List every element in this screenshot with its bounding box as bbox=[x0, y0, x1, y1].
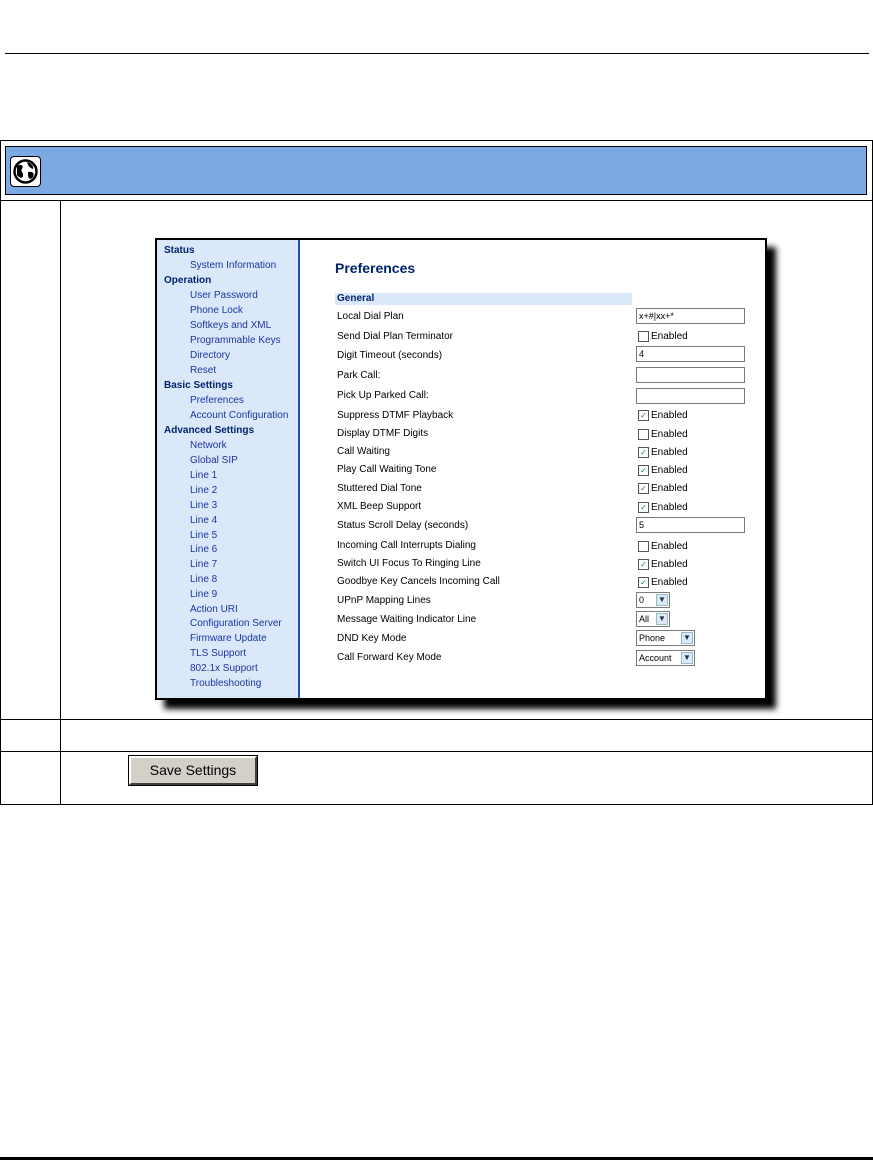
display-dtmf-digits-label: Display DTMF Digits bbox=[337, 428, 429, 439]
call-waiting-label: Call Waiting bbox=[337, 446, 390, 457]
column-divider bbox=[60, 201, 61, 805]
top-rule bbox=[5, 53, 869, 54]
globe-icon bbox=[10, 156, 41, 187]
sidebar-item-line-5[interactable]: Line 5 bbox=[190, 530, 217, 541]
digit-timeout-label: Digit Timeout (seconds) bbox=[337, 350, 443, 361]
park-call-label: Park Call: bbox=[337, 370, 381, 381]
mwi-line-label: Message Waiting Indicator Line bbox=[337, 614, 477, 625]
sidebar-item-line-2[interactable]: Line 2 bbox=[190, 485, 217, 496]
upnp-mapping-lines-label: UPnP Mapping Lines bbox=[337, 595, 431, 606]
dnd-key-mode-label: DND Key Mode bbox=[337, 633, 407, 644]
switch-ui-focus-label: Switch UI Focus To Ringing Line bbox=[337, 558, 481, 569]
sidebar-item-user-password[interactable]: User Password bbox=[190, 290, 258, 301]
sidebar-item-phone-lock[interactable]: Phone Lock bbox=[190, 305, 243, 316]
chevron-down-icon: ▼ bbox=[681, 632, 693, 644]
sidebar-item-account-configuration[interactable]: Account Configuration bbox=[190, 410, 288, 421]
sidebar-item-8021x-support[interactable]: 802.1x Support bbox=[190, 663, 258, 674]
sidebar-item-line-1[interactable]: Line 1 bbox=[190, 470, 217, 481]
check-icon: ✓ bbox=[638, 410, 649, 421]
web-ui-screenshot: Status System Information Operation User… bbox=[155, 238, 767, 700]
incoming-call-interrupts-dialing-checkbox[interactable]: Enabled bbox=[638, 541, 688, 552]
sidebar-item-action-uri[interactable]: Action URI bbox=[190, 604, 238, 615]
chevron-down-icon: ▼ bbox=[656, 594, 668, 606]
mwi-line-select[interactable]: All ▼ bbox=[636, 611, 670, 627]
call-forward-key-mode-select[interactable]: Account ▼ bbox=[636, 650, 695, 666]
send-dial-plan-terminator-label: Send Dial Plan Terminator bbox=[337, 331, 453, 342]
preferences-panel: Preferences General Local Dial Plan x+#|… bbox=[300, 240, 765, 698]
sidebar-item-line-8[interactable]: Line 8 bbox=[190, 574, 217, 585]
local-dial-plan-input[interactable]: x+#|xx+* bbox=[636, 308, 745, 324]
check-icon: ✓ bbox=[638, 465, 649, 476]
sidebar-item-network[interactable]: Network bbox=[190, 440, 227, 451]
sidebar-item-preferences[interactable]: Preferences bbox=[190, 395, 244, 406]
incoming-call-interrupts-dialing-label: Incoming Call Interrupts Dialing bbox=[337, 540, 476, 551]
suppress-dtmf-playback-checkbox[interactable]: ✓ Enabled bbox=[638, 410, 688, 421]
sidebar-item-troubleshooting[interactable]: Troubleshooting bbox=[190, 678, 261, 689]
sidebar-item-reset[interactable]: Reset bbox=[190, 365, 216, 376]
display-dtmf-digits-checkbox[interactable]: Enabled bbox=[638, 429, 688, 440]
sidebar: Status System Information Operation User… bbox=[157, 240, 300, 698]
header-bar bbox=[5, 146, 867, 195]
status-scroll-delay-label: Status Scroll Delay (seconds) bbox=[337, 520, 469, 531]
pick-up-parked-call-input[interactable] bbox=[636, 388, 745, 404]
sidebar-item-firmware-update[interactable]: Firmware Update bbox=[190, 633, 267, 644]
checkbox-empty bbox=[638, 541, 649, 552]
sidebar-item-softkeys-xml[interactable]: Softkeys and XML bbox=[190, 320, 271, 331]
xml-beep-support-label: XML Beep Support bbox=[337, 501, 422, 512]
row-divider bbox=[0, 719, 873, 720]
checkbox-empty bbox=[638, 331, 649, 342]
sidebar-item-configuration-server[interactable]: Configuration Server bbox=[190, 618, 282, 629]
sidebar-item-line-4[interactable]: Line 4 bbox=[190, 515, 217, 526]
sidebar-item-line-3[interactable]: Line 3 bbox=[190, 500, 217, 511]
local-dial-plan-label: Local Dial Plan bbox=[337, 311, 404, 322]
check-icon: ✓ bbox=[638, 577, 649, 588]
table-header bbox=[0, 140, 873, 201]
upnp-mapping-lines-select[interactable]: 0 ▼ bbox=[636, 592, 670, 608]
checkbox-empty bbox=[638, 429, 649, 440]
call-waiting-checkbox[interactable]: ✓ Enabled bbox=[638, 447, 688, 458]
sidebar-item-global-sip[interactable]: Global SIP bbox=[190, 455, 238, 466]
sidebar-item-tls-support[interactable]: TLS Support bbox=[190, 648, 246, 659]
xml-beep-support-checkbox[interactable]: ✓ Enabled bbox=[638, 502, 688, 513]
status-scroll-delay-input[interactable]: 5 bbox=[636, 517, 745, 533]
digit-timeout-input[interactable]: 4 bbox=[636, 346, 745, 362]
switch-ui-focus-checkbox[interactable]: ✓ Enabled bbox=[638, 559, 688, 570]
park-call-input[interactable] bbox=[636, 367, 745, 383]
sidebar-group-operation: Operation bbox=[164, 275, 212, 286]
stuttered-dial-tone-label: Stuttered Dial Tone bbox=[337, 483, 422, 494]
sidebar-item-directory[interactable]: Directory bbox=[190, 350, 230, 361]
sidebar-group-basic-settings: Basic Settings bbox=[164, 380, 233, 391]
check-icon: ✓ bbox=[638, 483, 649, 494]
sidebar-group-advanced-settings: Advanced Settings bbox=[164, 425, 255, 436]
sidebar-item-system-information[interactable]: System Information bbox=[190, 260, 276, 271]
goodbye-key-cancels-label: Goodbye Key Cancels Incoming Call bbox=[337, 576, 500, 587]
chevron-down-icon: ▼ bbox=[656, 613, 668, 625]
chevron-down-icon: ▼ bbox=[681, 652, 693, 664]
row-divider bbox=[0, 751, 873, 752]
play-call-waiting-tone-checkbox[interactable]: ✓ Enabled bbox=[638, 465, 688, 476]
page-title: Preferences bbox=[335, 260, 416, 276]
suppress-dtmf-playback-label: Suppress DTMF Playback bbox=[337, 410, 454, 421]
check-icon: ✓ bbox=[638, 559, 649, 570]
check-icon: ✓ bbox=[638, 447, 649, 458]
sidebar-group-status: Status bbox=[164, 245, 195, 256]
goodbye-key-cancels-checkbox[interactable]: ✓ Enabled bbox=[638, 577, 688, 588]
sidebar-item-programmable-keys[interactable]: Programmable Keys bbox=[190, 335, 281, 346]
sidebar-item-line-7[interactable]: Line 7 bbox=[190, 559, 217, 570]
pick-up-parked-call-label: Pick Up Parked Call: bbox=[337, 390, 429, 401]
call-forward-key-mode-label: Call Forward Key Mode bbox=[337, 652, 442, 663]
play-call-waiting-tone-label: Play Call Waiting Tone bbox=[337, 464, 437, 475]
bottom-rule bbox=[0, 1157, 873, 1160]
sidebar-item-line-6[interactable]: Line 6 bbox=[190, 544, 217, 555]
save-settings-button[interactable]: Save Settings bbox=[128, 755, 258, 786]
check-icon: ✓ bbox=[638, 502, 649, 513]
stuttered-dial-tone-checkbox[interactable]: ✓ Enabled bbox=[638, 483, 688, 494]
dnd-key-mode-select[interactable]: Phone ▼ bbox=[636, 630, 695, 646]
sidebar-item-line-9[interactable]: Line 9 bbox=[190, 589, 217, 600]
send-dial-plan-terminator-checkbox[interactable]: Enabled bbox=[638, 331, 688, 342]
section-header-general: General bbox=[335, 293, 632, 305]
